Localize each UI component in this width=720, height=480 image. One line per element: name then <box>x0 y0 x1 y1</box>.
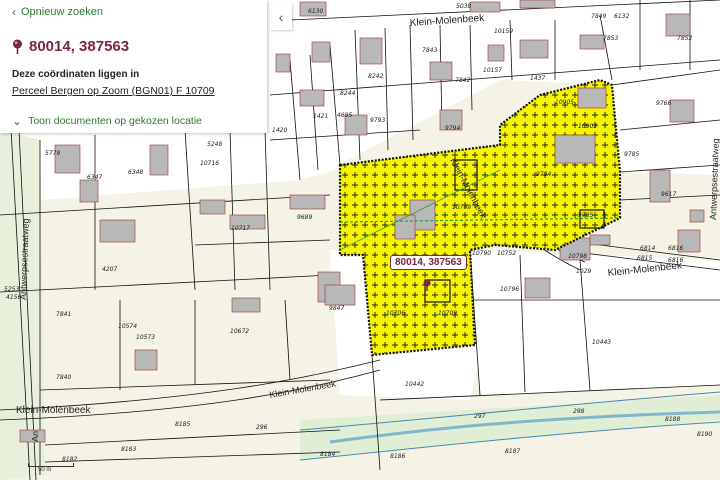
parcel-number: 7853 <box>603 35 618 42</box>
back-to-search-link[interactable]: ‹ Opnieuw zoeken <box>12 6 103 18</box>
parcel-number: 9793 <box>370 117 385 124</box>
parcel-number: 8186 <box>390 453 405 460</box>
parcel-number: 10443 <box>592 339 611 346</box>
parcel-number: 10573 <box>136 334 155 341</box>
parcel-number: 10157 <box>483 67 502 74</box>
parcel-number: 5253 <box>4 286 19 293</box>
parcel-number: 9785 <box>624 151 639 158</box>
chevron-left-icon: ‹ <box>278 9 284 25</box>
parcel-number: 9617 <box>661 191 676 198</box>
parcel-number: 8244 <box>340 90 355 97</box>
parcel-number: 8190 <box>697 431 712 438</box>
parcel-number: 10716 <box>200 160 219 167</box>
parcel-number: 7852 <box>677 35 692 42</box>
parcel-number: 10905 <box>555 99 574 106</box>
show-documents-toggle[interactable]: ⌄ Toon documenten op gekozen locatie <box>12 115 202 127</box>
parcel-number: 8183 <box>121 446 136 453</box>
parcel-number: 10903 <box>578 123 597 130</box>
scale-bar: 50 m <box>28 463 74 476</box>
parcel-number: 8185 <box>175 421 190 428</box>
parcel-number: 1437 <box>530 75 545 82</box>
road-label: Klein-Molenbeek <box>16 405 91 416</box>
parcel-number: 5248 <box>207 141 222 148</box>
parcel-number: 1029 <box>576 268 591 275</box>
parcel-number: 8184 <box>320 451 335 458</box>
parcel-number: 7840 <box>56 374 71 381</box>
parcel-number: 6815 <box>637 255 652 262</box>
parcel-number: 9766 <box>656 100 671 107</box>
show-documents-label: Toon documenten op gekozen locatie <box>28 115 203 127</box>
parcel-number: 6348 <box>128 169 143 176</box>
parcel-number: 6816 <box>668 245 683 252</box>
parcel-number: 7849 <box>591 13 606 20</box>
parcel-number: 9847 <box>329 305 344 312</box>
info-panel: ‹ Opnieuw zoeken 80014, 387563 Deze coör… <box>0 0 267 133</box>
parcel-number: 5779 <box>45 150 60 157</box>
map-pin-icon <box>13 39 22 54</box>
parcel-number: 4685 <box>337 112 352 119</box>
parcel-number: 298 <box>573 408 585 415</box>
chevron-down-icon: ⌄ <box>12 114 23 128</box>
scale-bar-label: 50 m <box>38 467 52 473</box>
parcel-number: 10706 <box>386 310 405 317</box>
parcel-number: 10672 <box>230 328 249 335</box>
parcel-number: 10442 <box>405 381 424 388</box>
parcel-number: 1421 <box>313 113 328 120</box>
parcel-number: 9794 <box>445 125 460 132</box>
parcel-number: 7843 <box>422 47 437 54</box>
parcel-number: 10752 <box>497 250 516 257</box>
road-label: Antwerpsestraatweg <box>708 138 720 220</box>
parcel-number: 6132 <box>614 13 629 20</box>
parcel-number: 5038 <box>456 3 471 10</box>
parcel-number: 7842 <box>455 77 470 84</box>
coordinates-title: 80014, 387563 <box>12 38 129 55</box>
parcel-number: 10717 <box>231 225 250 232</box>
back-to-search-label: Opnieuw zoeken <box>21 6 103 18</box>
parcel-number: 9785 <box>578 212 593 219</box>
coordinates-description: Deze coördinaten liggen in <box>12 69 140 80</box>
parcel-number: 8242 <box>368 73 383 80</box>
parcel-number: 10796 <box>500 286 519 293</box>
parcel-number: 8187 <box>505 448 520 455</box>
parcel-number: 8182 <box>62 456 77 463</box>
coordinates-value: 80014, 387563 <box>29 38 130 55</box>
parcel-number: 296 <box>256 424 268 431</box>
parcel-number: 10790 <box>472 250 491 257</box>
parcel-number: 6816 <box>668 257 683 264</box>
green-area <box>0 130 45 480</box>
parcel-link[interactable]: Perceel Bergen op Zoom (BGN01) F 10709 <box>12 85 215 97</box>
parcel-number: 6814 <box>640 245 655 252</box>
parcel-number: 8188 <box>665 416 680 423</box>
parcel-number: 6347 <box>87 174 102 181</box>
road-label: An <box>30 431 40 442</box>
parcel-number: 10709 <box>438 310 457 317</box>
parcel-number: 9784 <box>536 171 551 178</box>
parcel-number: 10159 <box>494 28 513 35</box>
marker-coordinates-label: 80014, 387563 <box>390 255 467 270</box>
collapse-panel-button[interactable]: ‹ <box>270 4 292 30</box>
parcel-number: 1420 <box>272 127 287 134</box>
parcel-number: 10789 <box>452 204 471 211</box>
parcel-number: 4207 <box>102 266 117 273</box>
parcel-number: 6130 <box>308 8 323 15</box>
parcel-number: 10574 <box>118 323 137 330</box>
chevron-left-icon: ‹ <box>12 5 16 19</box>
parcel-number: 10798 <box>568 253 587 260</box>
parcel-number: 9689 <box>297 214 312 221</box>
parcel-number: 4156 <box>6 294 21 301</box>
parcel-number: 7841 <box>56 311 71 318</box>
parcel-number: 297 <box>474 413 486 420</box>
